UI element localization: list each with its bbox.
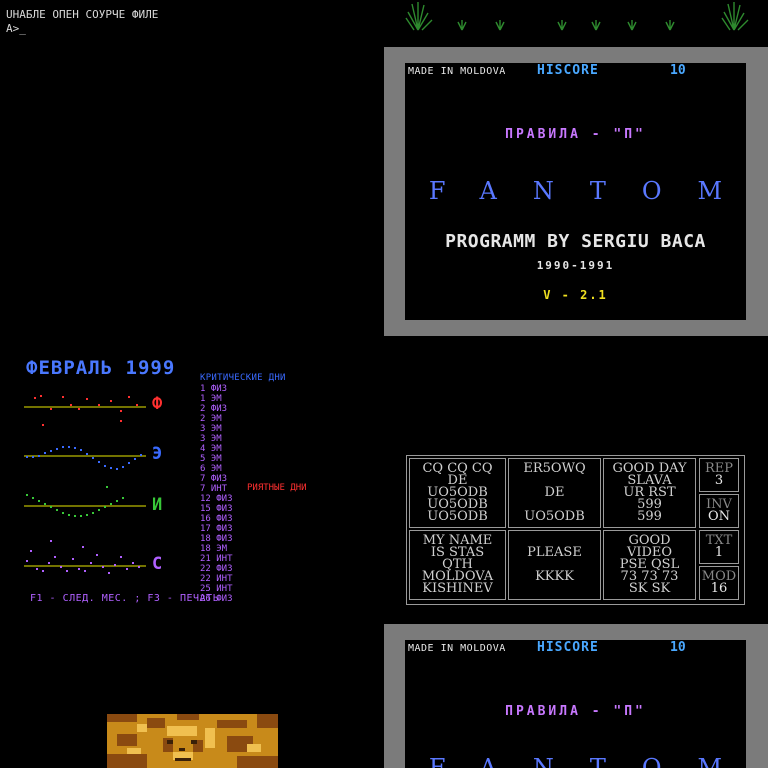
macro-cell-line: UO5ODB (427, 509, 488, 524)
macro-cell-line: KKKK (535, 569, 574, 584)
macro-cell-line: ER5OWQ (523, 461, 586, 476)
biorhythm-graphs (24, 395, 146, 574)
critical-days-heading: КРИТИЧЕСКИЕ ДНИ (200, 373, 286, 383)
macro-cell[interactable]: CQ CQ CQ DE UO5ODB UO5ODB UO5ODB (409, 458, 506, 528)
rules-heading: ПРАВИЛА - "П" (505, 127, 646, 142)
setting-txt[interactable]: TXT 1 (699, 530, 739, 564)
pleasant-days-heading: РИЯТНЫЕ ДНИ (247, 483, 307, 493)
setting-value: ON (707, 509, 731, 524)
version-label: V - 2.1 (543, 288, 608, 302)
macro-cell[interactable]: GOOD DAY SLAVA UR RST 599 599 (603, 458, 696, 528)
console-error-line: UHAБЛE OПEH COУPЧE ФИЛE (6, 8, 159, 21)
made-in-label: MADE IN MOLDOVA (408, 643, 506, 654)
fantom-screen: MADE IN MOLDOVA HISCORE 10 ПРАВИЛА - "П"… (405, 640, 746, 768)
macro-cell-line: 599 (637, 509, 662, 524)
setting-value: 1 (714, 545, 724, 560)
combined-label: С (152, 554, 163, 574)
game-title: FANTOM (428, 754, 746, 768)
emotional-label: Э (152, 444, 163, 464)
macro-cell[interactable]: ER5OWQ DE UO5ODB (508, 458, 601, 528)
intellectual-label: И (152, 495, 163, 515)
fantom-panel-top: MADE IN MOLDOVA HISCORE 10 ПРАВИЛА - "П"… (384, 47, 768, 336)
macro-cell[interactable]: MY NAME IS STAS QTH MOLDOVA KISHINEV (409, 530, 506, 600)
macro-cell-line (509, 583, 600, 595)
macro-cell[interactable]: GOOD VIDEO PSE QSL 73 73 73 SK SK (603, 530, 696, 600)
hiscore-label: HISCORE (537, 63, 599, 78)
setting-value: 3 (714, 473, 724, 488)
dos-console: UHAБЛE OПEH COУPЧE ФИЛE A>_ (6, 8, 158, 36)
copyright-years: 1990-1991 (536, 259, 615, 272)
macro-cell-line: UO5ODB (524, 509, 585, 524)
hiscore-value: 10 (670, 640, 686, 655)
setting-mod[interactable]: MOD 16 (699, 566, 739, 600)
macro-cell-line: KISHINEV (422, 581, 493, 596)
hiscore-label: HISCORE (537, 640, 599, 655)
setting-value: 16 (710, 581, 728, 596)
macro-cell[interactable]: PLEASE KKKK (508, 530, 601, 600)
physical-label: Ф (152, 394, 163, 414)
author-byline: PROGRAMM BY SERGIU BACA (445, 231, 706, 252)
console-prompt[interactable]: A>_ (6, 22, 26, 35)
game-title: FANTOM (428, 177, 746, 205)
rules-heading: ПРАВИЛА - "П" (505, 704, 646, 719)
fantom-screen: MADE IN MOLDOVA HISCORE 10 ПРАВИЛА - "П"… (405, 63, 746, 320)
scanned-face-image (107, 714, 278, 768)
fantom-panel-bottom: MADE IN MOLDOVA HISCORE 10 ПРАВИЛА - "П"… (384, 624, 768, 768)
made-in-label: MADE IN MOLDOVA (408, 66, 506, 77)
critical-days-list: 1 ФИЗ 1 ЭМ 2 ФИЗ 2 ЭМ 3 ЭМ 3 ЭМ 4 ЭМ 5 Э… (200, 384, 233, 604)
grass-decoration (405, 2, 749, 31)
macro-cell-line: DE (544, 485, 565, 500)
macro-cell-line: SK SK (628, 581, 671, 596)
setting-inv[interactable]: INV ON (699, 494, 739, 528)
macro-cell-line: PLEASE (527, 545, 582, 560)
setting-rep[interactable]: REP 3 (699, 458, 739, 492)
radio-macro-table: CQ CQ CQ DE UO5ODB UO5ODB UO5ODB ER5OWQ DE UO5O… (406, 455, 745, 605)
calendar-month-title: ФЕВРАЛЬ 1999 (26, 357, 176, 379)
calendar-footer-hint: F1 - СЛЕД. МЕС. ; F3 - ПЕЧАТЬ (30, 593, 220, 604)
hiscore-value: 10 (670, 63, 686, 78)
